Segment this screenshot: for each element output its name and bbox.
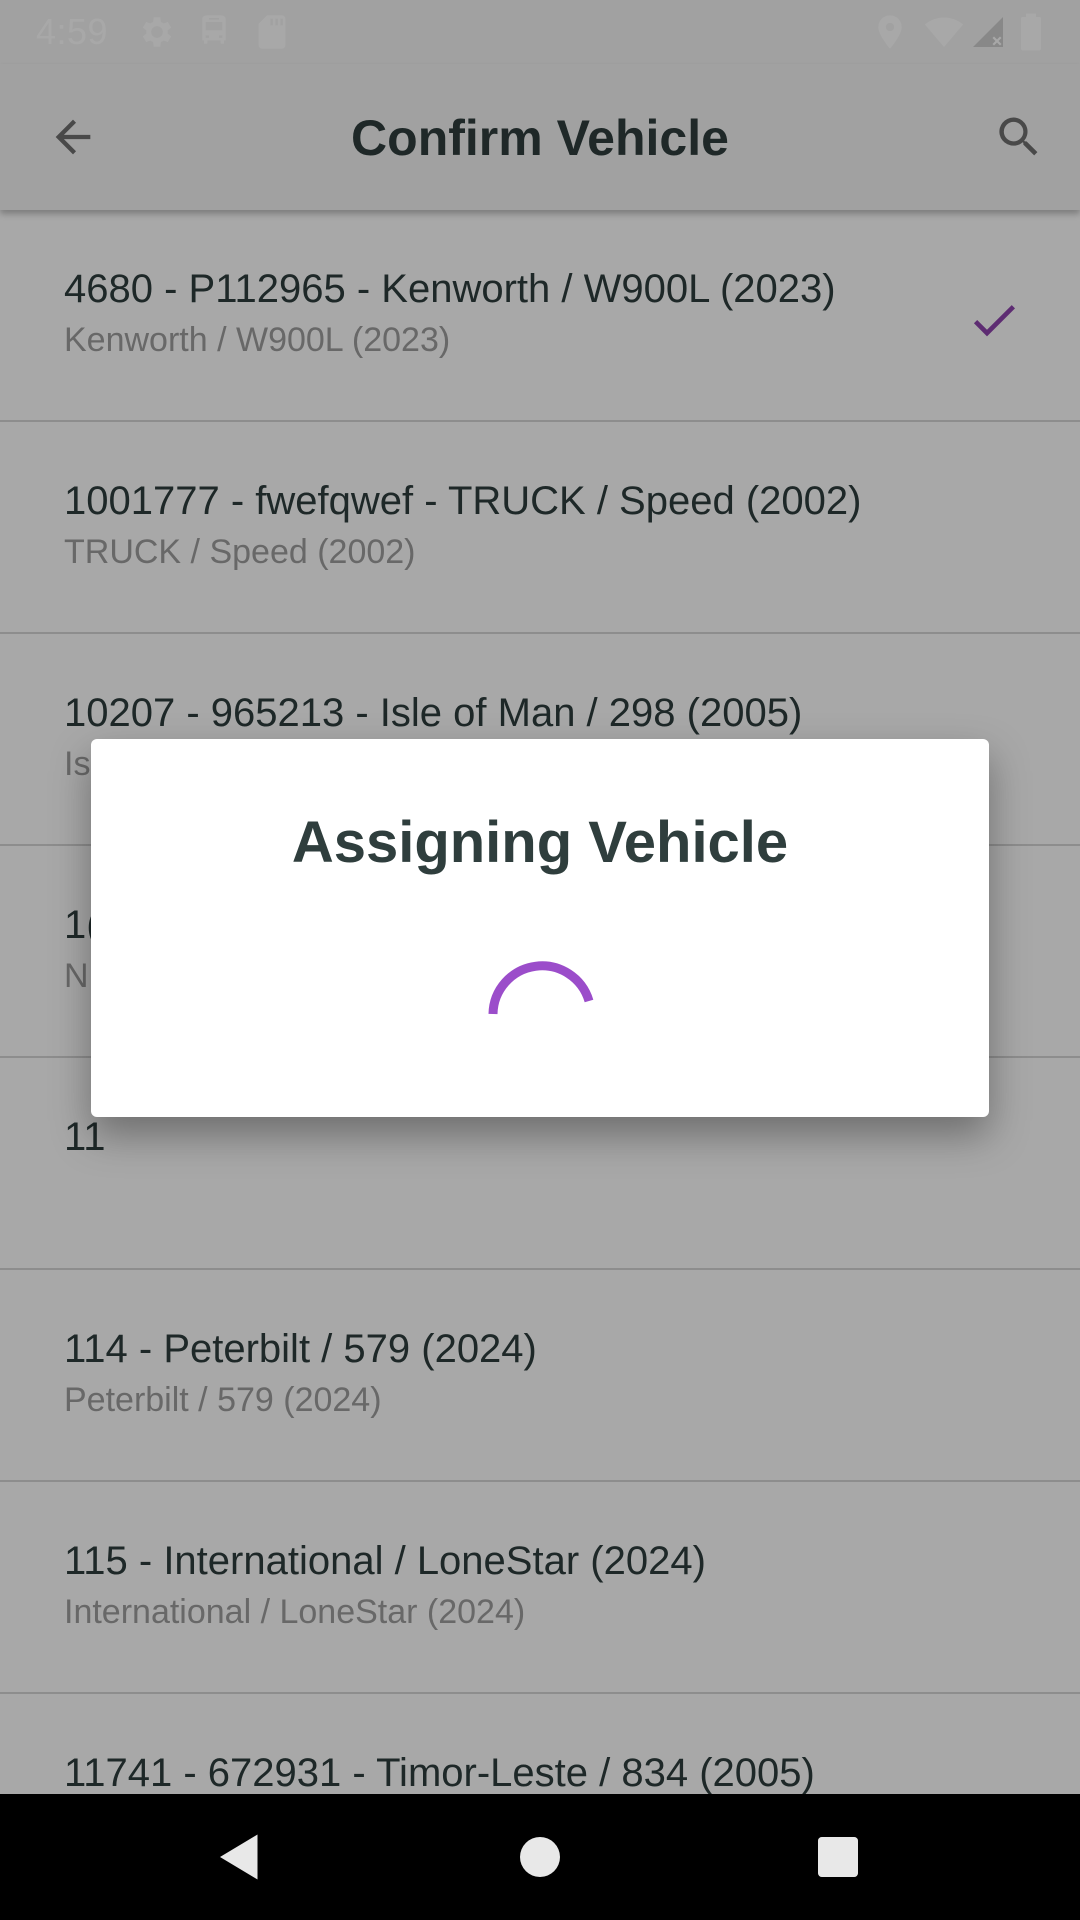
nav-recents-icon[interactable]	[808, 1827, 868, 1887]
loading-dialog: Assigning Vehicle	[91, 739, 989, 1117]
dialog-title: Assigning Vehicle	[291, 810, 789, 875]
screen: 4:59 Confirm Vehicle 4680 - P112965 - Ke…	[0, 0, 1080, 1920]
navigation-bar	[0, 1794, 1080, 1920]
nav-home-icon[interactable]	[510, 1827, 570, 1887]
nav-back-icon[interactable]	[210, 1827, 270, 1887]
loading-spinner-icon	[487, 959, 597, 1069]
